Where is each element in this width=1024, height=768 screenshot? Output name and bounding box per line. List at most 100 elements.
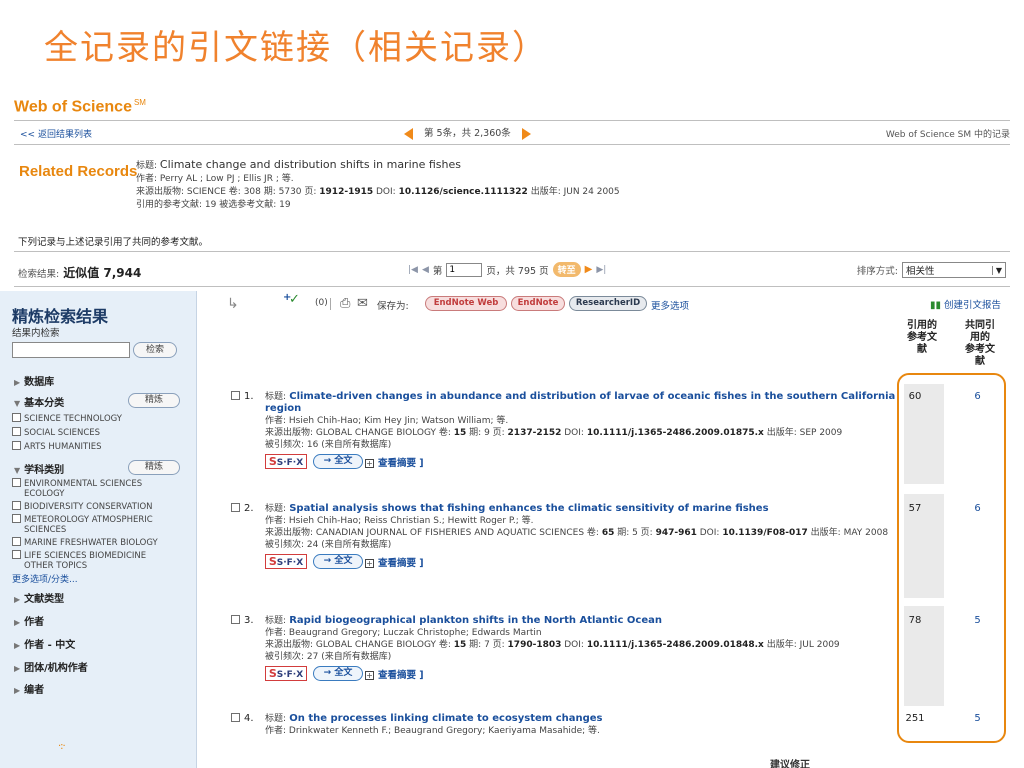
record-pager: 第 5条，共 2,360条 [404, 125, 531, 140]
record-times-cited: 被引频次: 16 (来自所有数据库) [265, 440, 392, 450]
search-within-input[interactable] [12, 342, 130, 358]
section-author-cn[interactable]: ▶ 作者 - 中文 [14, 636, 75, 651]
subject-item-3[interactable]: MARINE FRESHWATER BIOLOGY [12, 537, 158, 548]
expand-icon: + [365, 559, 374, 568]
view-abstract-link[interactable]: + 查看摘要 ] [365, 458, 424, 470]
collapse-icon: ▼ [14, 466, 21, 475]
expand-icon: + [365, 671, 374, 680]
fulltext-button[interactable]: → 全文 [313, 666, 363, 681]
list-divider [14, 286, 1010, 287]
last-page-icon[interactable]: ▶| [596, 265, 606, 275]
subject-item-4[interactable]: LIFE SCIENCES BIOMEDICINE OTHER TOPICS [12, 550, 146, 571]
expand-icon: ▶ [14, 641, 21, 650]
record-3: 3. 标题: Rapid biogeographical plankton sh… [231, 615, 901, 715]
basic-item-0[interactable]: SCIENCE TECHNOLOGY [12, 413, 122, 424]
toolbar-divider [330, 298, 331, 310]
sfx-button[interactable]: SS·F·X [265, 554, 307, 569]
record-checkbox[interactable] [231, 503, 240, 512]
checkbox[interactable] [12, 427, 21, 436]
checkbox[interactable] [12, 501, 21, 510]
record-checkbox[interactable] [231, 391, 240, 400]
record-times-cited: 被引频次: 27 (来自所有数据库) [265, 652, 392, 662]
section-author[interactable]: ▶ 作者 [14, 613, 44, 628]
endnote-web-button[interactable]: EndNote Web [425, 296, 507, 311]
prev-page-icon[interactable]: ◀ [422, 265, 429, 275]
back-to-results-link[interactable]: << 返回结果列表 [20, 127, 92, 140]
shared-refs-note: 下列记录与上述记录引用了共同的参考文献。 [18, 237, 209, 248]
record-authors: 作者: Beaugrand Gregory; Luczak Christophe… [265, 628, 542, 638]
checkbox[interactable] [12, 413, 21, 422]
bar-chart-icon: ▮▮ [930, 300, 942, 311]
record-checkbox[interactable] [231, 713, 240, 722]
expand-icon: + [365, 459, 374, 468]
top-divider [14, 120, 1010, 121]
print-icon[interactable]: ⎙ [340, 296, 350, 311]
prev-record-icon[interactable] [404, 127, 413, 140]
record-source: 来源出版物: GLOBAL CHANGE BIOLOGY 卷: 15 期: 9 … [265, 428, 843, 438]
section-subject-category[interactable]: ▼ 学科类别 [14, 461, 64, 476]
source-authors: 作者: Perry AL ; Low PJ ; Ellis JR ; 等. [136, 174, 294, 184]
basic-item-1[interactable]: SOCIAL SCIENCES [12, 427, 100, 438]
record-title-link[interactable]: Rapid biogeographical plankton shifts in… [289, 615, 662, 626]
record-checkbox[interactable] [231, 615, 240, 624]
record-4: 4. 标题: On the processes linking climate … [231, 713, 901, 743]
checkbox[interactable] [12, 514, 21, 523]
section-group-author[interactable]: ▶ 团体/机构作者 [14, 659, 88, 674]
next-record-icon[interactable] [521, 127, 531, 140]
section-basic-category[interactable]: ▼ 基本分类 [14, 394, 64, 409]
results-row: 检索结果:近似值 7,944 |◀ ◀ 第 页，共 795 页 转至 ▶ ▶| … [18, 260, 1006, 282]
related-records-heading: Related Records [19, 163, 138, 180]
sfx-button[interactable]: SS·F·X [265, 666, 307, 681]
record-times-cited: 被引频次: 24 (来自所有数据库) [265, 540, 392, 550]
records-in-wos: Web of Science SM 中的记录 [885, 130, 1010, 140]
checkbox[interactable] [12, 550, 21, 559]
view-abstract-link[interactable]: + 查看摘要 ] [365, 558, 424, 570]
refine-basic-button[interactable]: 精炼 [128, 393, 180, 408]
first-page-icon[interactable]: |◀ [408, 265, 418, 275]
record-2: 2. 标题: Spatial analysis shows that fishi… [231, 503, 901, 607]
view-abstract-link[interactable]: + 查看摘要 ] [365, 670, 424, 682]
subject-item-2[interactable]: METEOROLOGY ATMOSPHERIC SCIENCES [12, 514, 153, 535]
section-editor[interactable]: ▶ 编者 [14, 681, 44, 696]
wos-logo[interactable]: Web of Science SM [14, 98, 146, 116]
cited-refs-header: 引用的 参考文献 [907, 320, 937, 355]
sfx-button[interactable]: SS·F·X [265, 454, 307, 469]
next-page-icon[interactable]: ▶ [585, 264, 593, 275]
expand-icon: ▶ [14, 686, 21, 695]
source-refs: 引用的参考文献: 19 被选参考文献: 19 [136, 200, 291, 210]
subject-item-0[interactable]: ENVIRONMENTAL SCIENCES ECOLOGY [12, 478, 142, 499]
record-source: 来源出版物: GLOBAL CHANGE BIOLOGY 卷: 15 期: 7 … [265, 640, 840, 650]
highlight-annotation [897, 373, 1006, 743]
select-arrow-icon: ↳ [227, 296, 239, 312]
results-toolbar: ↳ + ✓ (0) ⎙ ✉ 保存为: EndNote Web EndNote R… [227, 292, 1017, 314]
suggest-correction-link[interactable]: 建议修正 [770, 756, 810, 768]
endnote-button[interactable]: EndNote [511, 296, 565, 311]
section-doc-type[interactable]: ▶ 文献类型 [14, 590, 64, 605]
checkbox[interactable] [12, 537, 21, 546]
more-options-link[interactable]: 更多选项 [651, 298, 689, 312]
refine-subject-button[interactable]: 精炼 [128, 460, 180, 475]
source-publication: 来源出版物: SCIENCE 卷: 308 期: 5730 页: 1912-19… [136, 187, 620, 197]
page-number-input[interactable] [446, 262, 483, 277]
researcherid-button[interactable]: ResearcherID [569, 296, 647, 311]
citation-report-link[interactable]: ▮▮ 创建引文报告 [930, 297, 1001, 311]
fulltext-button[interactable]: → 全文 [313, 554, 363, 569]
record-title-link[interactable]: Spatial analysis shows that fishing enha… [289, 503, 768, 514]
record-title-link[interactable]: Climate-driven changes in abundance and … [265, 391, 895, 414]
sort-select[interactable]: 相关性 ▼ [902, 262, 1006, 278]
email-icon[interactable]: ✉ [357, 296, 368, 311]
checkbox[interactable] [12, 478, 21, 487]
record-title-link[interactable]: On the processes linking climate to ecos… [289, 713, 602, 724]
refine-heading: 精炼检索结果 [12, 307, 109, 326]
subject-item-1[interactable]: BIODIVERSITY CONSERVATION [12, 501, 153, 512]
checkbox[interactable] [12, 441, 21, 450]
more-categories-link[interactable]: 更多选项/分类... [12, 572, 78, 585]
basic-item-2[interactable]: ARTS HUMANITIES [12, 441, 101, 452]
section-database[interactable]: ▶ 数据库 [14, 373, 54, 388]
marked-list-icon[interactable]: ✓ [289, 292, 300, 307]
fulltext-button[interactable]: → 全文 [313, 454, 363, 469]
go-to-page-button[interactable]: 转至 [552, 262, 581, 277]
expand-icon: ▶ [14, 378, 21, 387]
search-within-button[interactable]: 检索 [133, 342, 177, 358]
collapse-icon: ▼ [14, 399, 21, 408]
